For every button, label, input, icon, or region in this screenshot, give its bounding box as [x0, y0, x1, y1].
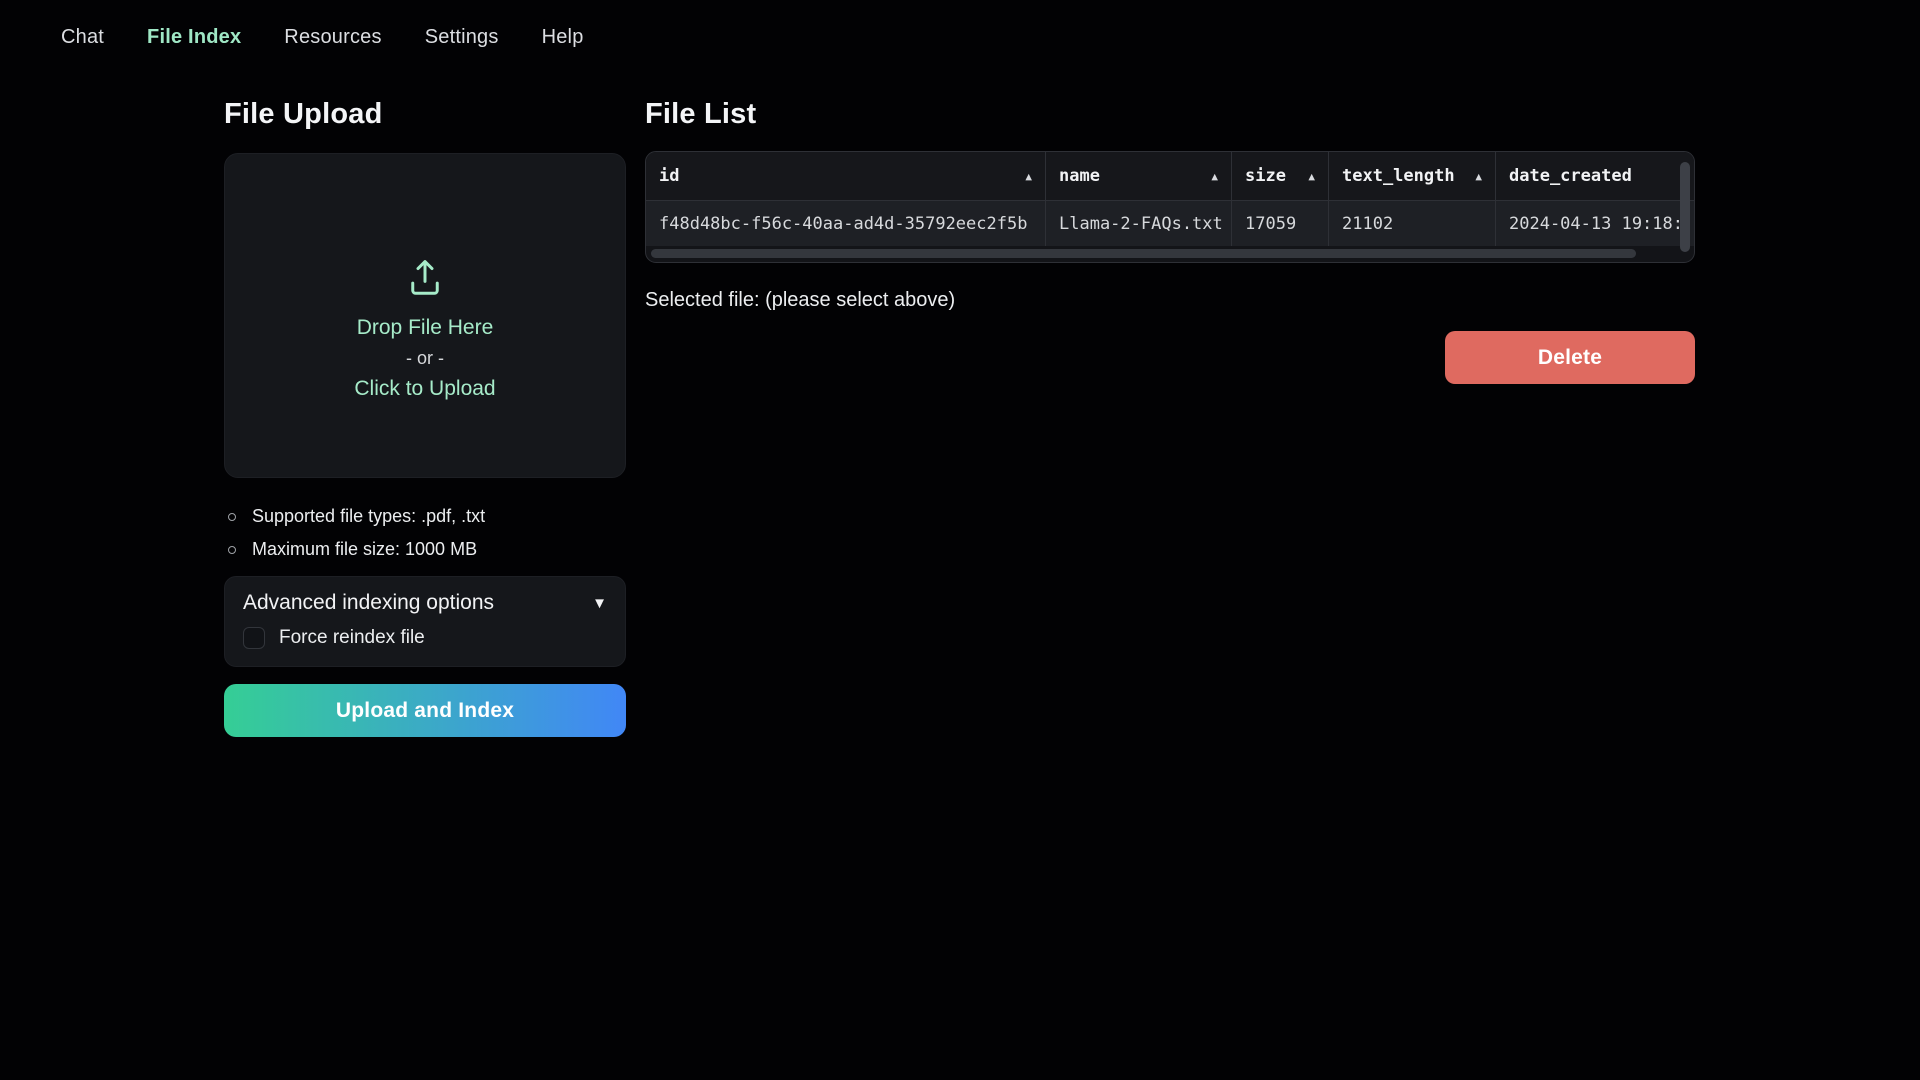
column-label: date_created — [1509, 166, 1632, 186]
column-label: id — [659, 166, 679, 186]
file-index-page: Chat File Index Resources Settings Help … — [0, 0, 1920, 1080]
note-text: Supported file types: .pdf, .txt — [252, 506, 485, 527]
force-reindex-label: Force reindex file — [279, 627, 425, 649]
upload-and-index-button[interactable]: Upload and Index — [224, 684, 626, 737]
bullet-icon — [228, 513, 236, 521]
sort-ascending-icon[interactable]: ▲ — [1475, 170, 1482, 183]
selected-file-text: Selected file: (please select above) — [645, 289, 955, 312]
tab-resources[interactable]: Resources — [284, 26, 381, 49]
force-reindex-checkbox[interactable] — [243, 627, 265, 649]
cell-id[interactable]: f48d48bc-f56c-40aa-ad4d-35792eec2f5b — [646, 201, 1046, 246]
file-dropzone[interactable]: Drop File Here - or - Click to Upload — [224, 153, 626, 478]
cell-text-length[interactable]: 21102 — [1329, 201, 1496, 246]
vertical-scrollbar[interactable] — [1680, 162, 1690, 252]
drop-file-here-text: Drop File Here — [357, 312, 494, 343]
sort-ascending-icon[interactable]: ▲ — [1025, 170, 1032, 183]
column-header-text-length[interactable]: text_length ▲ — [1329, 152, 1496, 200]
advanced-options-panel: Advanced indexing options ▼ Force reinde… — [224, 576, 626, 667]
cell-size[interactable]: 17059 — [1232, 201, 1329, 246]
delete-button[interactable]: Delete — [1445, 331, 1695, 384]
force-reindex-row[interactable]: Force reindex file — [243, 627, 607, 649]
bullet-icon — [228, 546, 236, 554]
column-label: name — [1059, 166, 1100, 186]
column-header-size[interactable]: size ▲ — [1232, 152, 1329, 200]
click-to-upload-link[interactable]: Click to Upload — [354, 373, 495, 404]
upload-icon — [404, 256, 446, 298]
top-nav: Chat File Index Resources Settings Help — [61, 26, 584, 49]
cell-name[interactable]: Llama-2-FAQs.txt — [1046, 201, 1232, 246]
file-upload-title: File Upload — [224, 98, 383, 131]
column-label: size — [1245, 166, 1286, 186]
tab-help[interactable]: Help — [542, 26, 584, 49]
file-list-title: File List — [645, 98, 756, 131]
column-header-id[interactable]: id ▲ — [646, 152, 1046, 200]
cell-date-created[interactable]: 2024-04-13 19:18: — [1496, 201, 1694, 246]
tab-chat[interactable]: Chat — [61, 26, 104, 49]
sort-ascending-icon[interactable]: ▲ — [1211, 170, 1218, 183]
note-supported-types: Supported file types: .pdf, .txt — [228, 500, 485, 533]
table-row[interactable]: f48d48bc-f56c-40aa-ad4d-35792eec2f5b Lla… — [646, 201, 1694, 246]
note-text: Maximum file size: 1000 MB — [252, 539, 477, 560]
tab-settings[interactable]: Settings — [425, 26, 499, 49]
advanced-options-title: Advanced indexing options — [243, 591, 494, 615]
advanced-options-toggle[interactable]: Advanced indexing options ▼ — [243, 591, 607, 615]
horizontal-scrollbar[interactable] — [651, 249, 1636, 258]
note-max-size: Maximum file size: 1000 MB — [228, 533, 485, 566]
column-header-date-created[interactable]: date_created — [1496, 152, 1694, 200]
or-text: - or - — [406, 343, 444, 373]
tab-file-index[interactable]: File Index — [147, 26, 241, 49]
chevron-down-icon[interactable]: ▼ — [592, 595, 607, 612]
sort-ascending-icon[interactable]: ▲ — [1308, 170, 1315, 183]
column-label: text_length — [1342, 166, 1455, 186]
column-header-name[interactable]: name ▲ — [1046, 152, 1232, 200]
table-header-row: id ▲ name ▲ size ▲ text_length ▲ date_cr… — [646, 152, 1694, 201]
upload-notes: Supported file types: .pdf, .txt Maximum… — [228, 500, 485, 566]
file-table: id ▲ name ▲ size ▲ text_length ▲ date_cr… — [645, 151, 1695, 263]
